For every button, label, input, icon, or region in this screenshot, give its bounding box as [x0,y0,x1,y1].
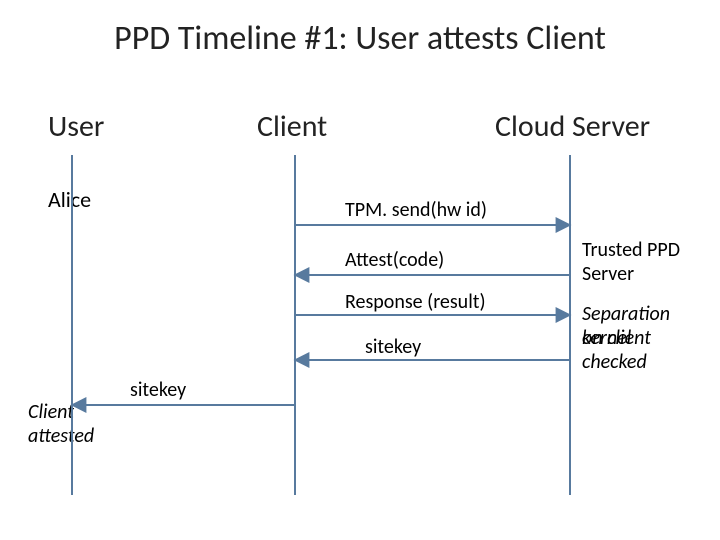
lifelines [72,155,570,495]
msg-tpm-send: TPM. send(hw id) [345,198,487,222]
col-client: Client [257,108,327,145]
note-trusted-ppd-server: Trusted PPD Server [582,238,720,286]
actor-alice: Alice [48,186,91,213]
msg-attest: Attest(code) [345,248,444,272]
note-separation-kernel-l2: on client checked [582,326,720,374]
note-client-attested-l1: Client [28,400,74,424]
col-server: Cloud Server [495,108,650,145]
slide-title: PPD Timeline #1: User attests Client [0,18,720,59]
note-client-attested-l2: attested [28,424,94,448]
col-user: User [48,108,104,145]
msg-sitekey-server-to-client: sitekey [365,335,421,359]
msg-sitekey-client-to-user: sitekey [130,378,186,402]
msg-response: Response (result) [345,290,486,314]
